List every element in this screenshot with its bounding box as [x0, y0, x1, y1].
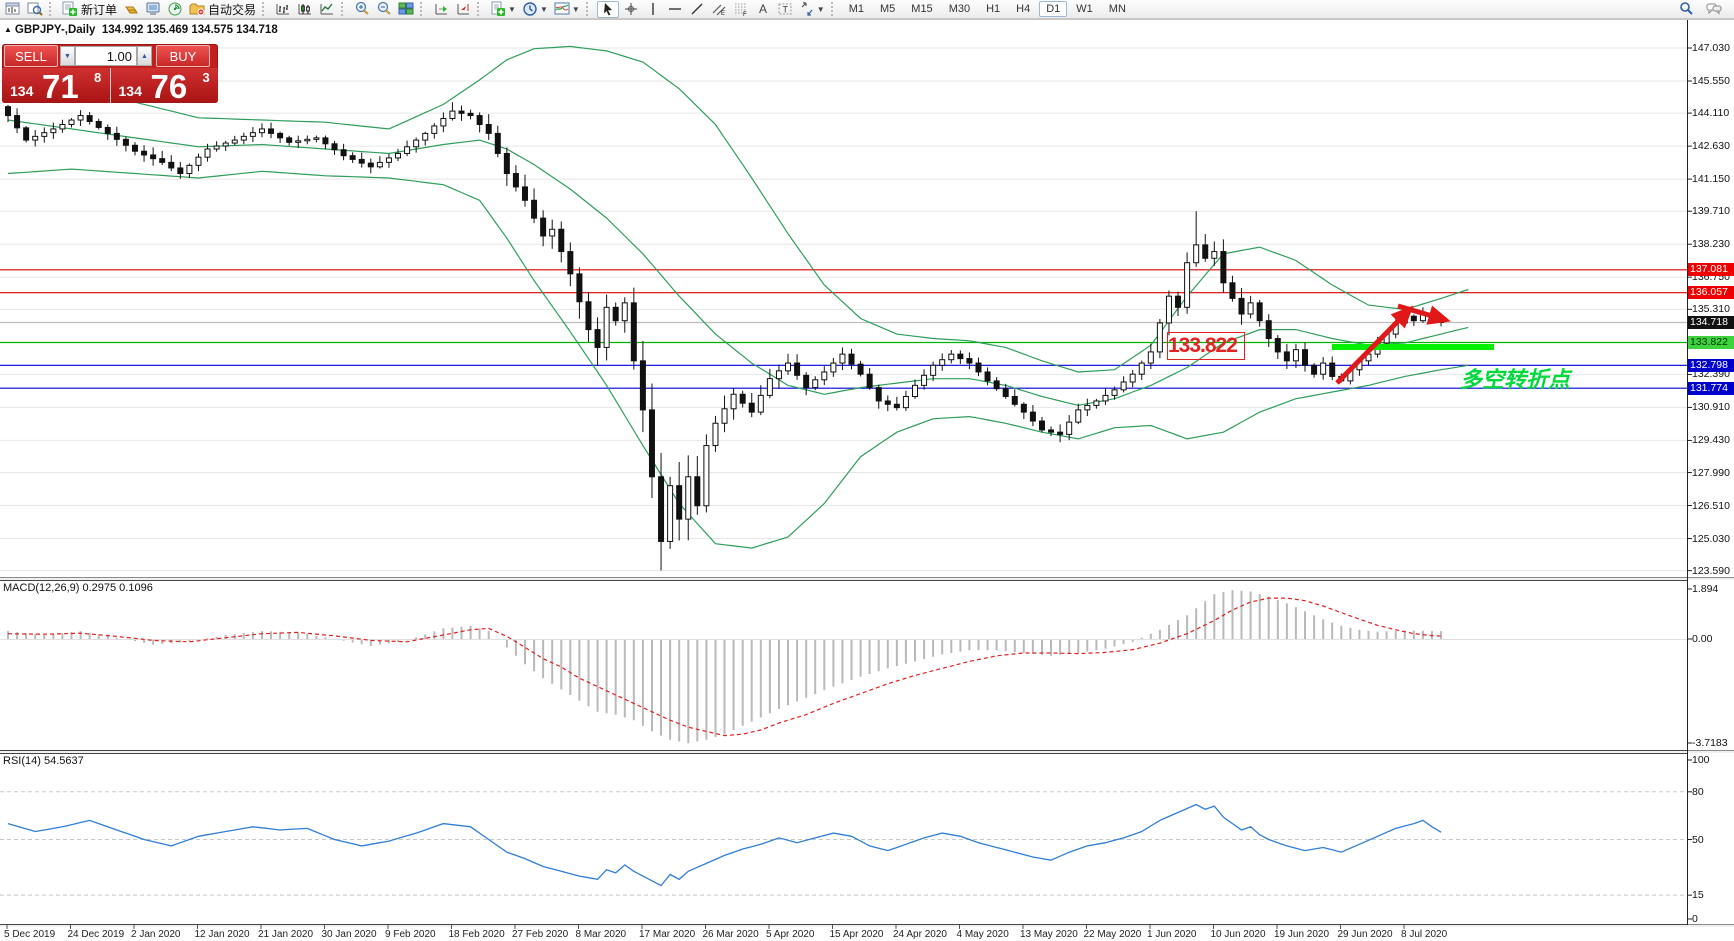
ask-price-point: 3: [202, 70, 210, 85]
price-tick-label: 142.630: [1692, 140, 1730, 153]
trade-panel-controls: SELL ▼ 1.00 ▲ BUY: [2, 44, 218, 68]
macd-label: MACD(12,26,9) 0.2975 0.1096: [3, 582, 153, 594]
date-axis-label: 10 Jun 2020: [1210, 929, 1266, 940]
date-axis-label: 24 Dec 2019: [67, 929, 125, 940]
date-axis-label: 21 Jan 2020: [258, 929, 314, 940]
price-tick-label: 141.150: [1692, 173, 1730, 186]
price-level-label: 136.057: [1688, 286, 1734, 300]
price-level-label: 133.822: [1688, 335, 1734, 349]
date-axis-label: 17 Mar 2020: [639, 929, 696, 940]
price-tick-label: 147.030: [1692, 42, 1730, 54]
date-axis-label: 8 Mar 2020: [575, 929, 627, 940]
symbol-label: GBPJPY-,Daily: [14, 24, 96, 36]
macd-tick-label: 1.894: [1692, 583, 1719, 595]
price-tick-label: 125.030: [1692, 532, 1730, 545]
date-axis-label: 8 Jul 2020: [1401, 929, 1448, 940]
date-axis-label: 13 May 2020: [1020, 929, 1078, 940]
date-axis-label: 26 Mar 2020: [702, 929, 759, 940]
price-tick-label: 127.990: [1692, 466, 1730, 479]
price-tick-label: 145.550: [1692, 74, 1730, 87]
rsi-tick-label: 100: [1692, 754, 1710, 766]
price-level-label: 131.774: [1688, 381, 1734, 395]
date-axis-label: 29 Jun 2020: [1337, 929, 1393, 940]
date-axis-label: 5 Dec 2019: [4, 929, 56, 940]
macd-tick-label: -3.7183: [1692, 737, 1728, 749]
price-tick-label: 135.310: [1692, 303, 1730, 316]
date-axis-label: 30 Jan 2020: [321, 929, 377, 940]
date-axis-label: 9 Feb 2020: [385, 929, 436, 940]
date-axis-label: 12 Jan 2020: [194, 929, 250, 940]
date-axis-label: 4 May 2020: [956, 929, 1009, 940]
price-tick-label: 126.510: [1692, 499, 1730, 512]
chart-canvas[interactable]: [0, 0, 1734, 941]
date-axis-label: 2 Jan 2020: [131, 929, 181, 940]
price-tick-label: 144.110: [1692, 107, 1730, 120]
price-level-label: 132.798: [1688, 358, 1734, 372]
date-axis-label: 5 Apr 2020: [766, 929, 815, 940]
bid-price[interactable]: 134 71 8: [2, 68, 110, 103]
collapse-triangle-icon[interactable]: ▲: [4, 25, 12, 34]
date-axis-label: 19 Jun 2020: [1274, 929, 1330, 940]
price-level-label: 134.718: [1688, 316, 1734, 330]
date-axis-label: 27 Feb 2020: [512, 929, 569, 940]
bid-price-point: 8: [94, 70, 102, 85]
rsi-label: RSI(14) 54.5637: [3, 755, 84, 767]
price-tick-label: 130.910: [1692, 401, 1730, 414]
rsi-tick-label: 80: [1692, 785, 1704, 798]
price-tick-label: 138.230: [1692, 238, 1730, 251]
date-axis-label: 15 Apr 2020: [829, 929, 884, 940]
date-axis-label: 22 May 2020: [1083, 929, 1142, 940]
price-callout[interactable]: 133.822: [1167, 332, 1245, 360]
one-click-trade-panel: SELL ▼ 1.00 ▲ BUY 134 71 8 134 76 3: [2, 44, 218, 103]
rsi-tick-label: 15: [1692, 889, 1704, 902]
ohlc-values: 134.992 135.469 134.575 134.718: [101, 24, 278, 36]
terminal-window: 新订单 自动交易 ▼ ▼ ▼ E F A T ▼ M1 M5 M15 M30 H1 H4 D1 W1 MN ▲ GBP…: [0, 0, 1734, 941]
bid-price-big-figure: 134: [10, 83, 34, 99]
price-level-label: 137.081: [1688, 263, 1734, 277]
ask-price[interactable]: 134 76 3: [109, 68, 219, 103]
annotation-text[interactable]: 多空转折点: [1460, 362, 1570, 394]
chart-title: ▲ GBPJPY-,Daily 134.992 135.469 134.575 1…: [4, 24, 278, 36]
ask-price-big-figure: 134: [118, 83, 142, 99]
price-tick-label: 139.710: [1692, 205, 1730, 218]
price-tick-label: 129.430: [1692, 434, 1730, 447]
macd-tick-label: 0.00: [1692, 633, 1713, 645]
trade-panel-prices: 134 71 8 134 76 3: [2, 68, 218, 103]
rsi-tick-label: 0: [1692, 913, 1698, 925]
price-tick-label: 123.590: [1692, 564, 1730, 577]
volume-decrease-button[interactable]: ▼: [60, 46, 75, 66]
buy-button[interactable]: BUY: [156, 45, 210, 67]
volume-increase-button[interactable]: ▲: [137, 46, 152, 66]
date-axis-label: 24 Apr 2020: [893, 929, 947, 940]
ask-price-pips: 76: [150, 68, 188, 103]
rsi-tick-label: 50: [1692, 833, 1704, 846]
sell-button[interactable]: SELL: [4, 45, 58, 67]
volume-input[interactable]: 1.00: [75, 46, 137, 66]
date-axis-label: 18 Feb 2020: [448, 929, 505, 940]
bid-price-pips: 71: [42, 68, 79, 103]
date-axis-label: 1 Jun 2020: [1147, 929, 1197, 940]
